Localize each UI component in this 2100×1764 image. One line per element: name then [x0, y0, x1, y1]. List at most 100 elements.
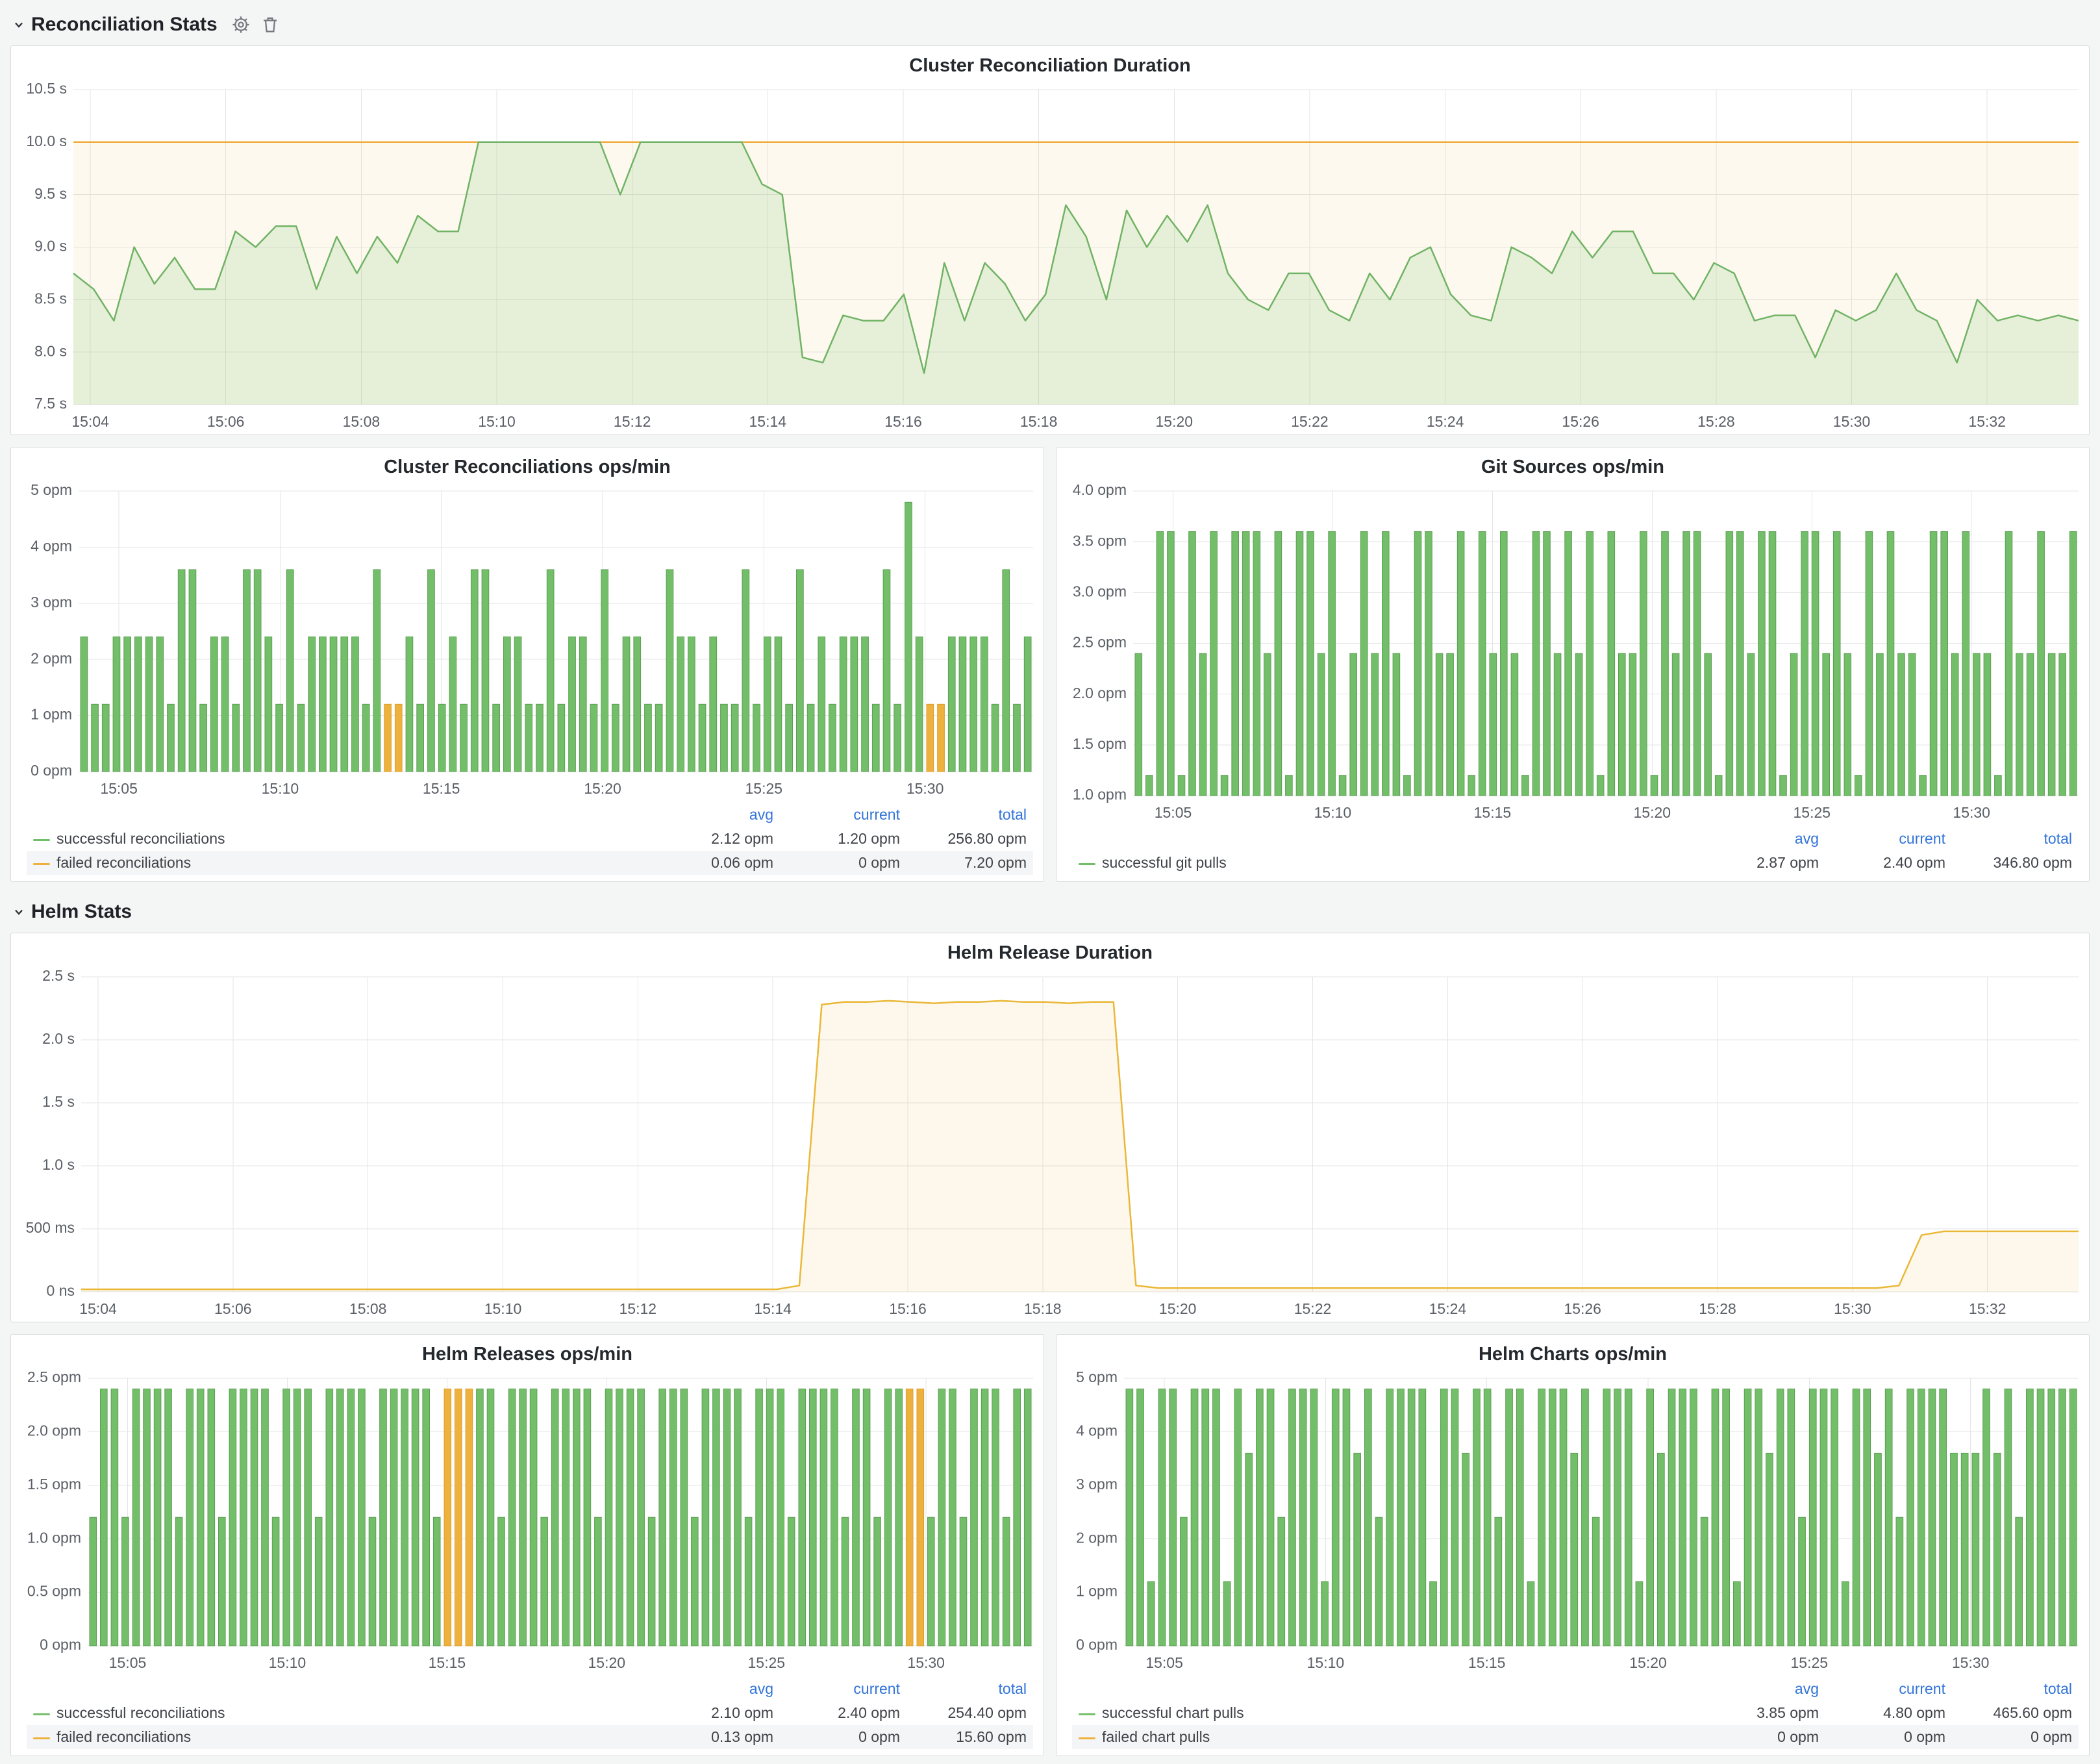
cluster-reconciliations-chart[interactable]: 0 opm1 opm2 opm3 opm4 opm5 opm15:0515:10…	[11, 482, 1044, 801]
git-sources-chart[interactable]: 1.0 opm1.5 opm2.0 opm2.5 opm3.0 opm3.5 o…	[1056, 482, 2089, 825]
trash-icon[interactable]	[262, 16, 279, 34]
svg-text:15:15: 15:15	[423, 780, 460, 797]
legend-series-label[interactable]: successful chart pulls	[1072, 1701, 1699, 1725]
helm-charts-chart[interactable]: 0 opm1 opm2 opm3 opm4 opm5 opm15:0515:10…	[1056, 1369, 2089, 1676]
chevron-down-icon[interactable]	[12, 18, 26, 32]
helm-releases-chart[interactable]: 0 opm0.5 opm1.0 opm1.5 opm2.0 opm2.5 opm…	[11, 1369, 1044, 1676]
chevron-down-icon[interactable]	[12, 905, 26, 919]
chart-canvas[interactable]: 0 opm1 opm2 opm3 opm4 opm5 opm15:0515:10…	[11, 482, 1044, 801]
section-title[interactable]: Helm Stats	[31, 901, 132, 923]
svg-text:15:28: 15:28	[1699, 1300, 1736, 1317]
svg-text:5 opm: 5 opm	[31, 482, 72, 498]
svg-text:15:26: 15:26	[1562, 413, 1599, 430]
legend-header-total[interactable]: total	[906, 1677, 1033, 1701]
panel-helm-charts-opm: Helm Charts ops/min 0 opm1 opm2 opm3 opm…	[1056, 1334, 2090, 1756]
gear-icon[interactable]	[232, 16, 250, 34]
legend-current-value: 2.40 opm	[1825, 851, 1952, 875]
panel-cluster-reconciliation-duration: Cluster Reconciliation Duration 7.5 s8.0…	[10, 45, 2090, 435]
svg-text:15:04: 15:04	[79, 1300, 117, 1317]
legend-header-total[interactable]: total	[1952, 1677, 2079, 1701]
svg-text:15:30: 15:30	[1952, 1654, 1990, 1671]
panel-title[interactable]: Helm Release Duration	[11, 933, 2089, 968]
svg-text:15:05: 15:05	[1155, 804, 1192, 821]
legend-total-value: 256.80 opm	[906, 827, 1033, 851]
helm-release-duration-chart[interactable]: 0 ns500 ms1.0 s1.5 s2.0 s2.5 s15:0415:06…	[11, 968, 2089, 1322]
svg-text:15:30: 15:30	[1833, 413, 1871, 430]
cluster-reconciliation-duration-chart[interactable]: 7.5 s8.0 s8.5 s9.0 s9.5 s10.0 s10.5 s15:…	[11, 81, 2089, 435]
svg-text:2.0 opm: 2.0 opm	[1073, 685, 1127, 701]
legend-row: failed reconciliations0.13 opm0 opm15.60…	[27, 1725, 1033, 1749]
legend-header-current[interactable]: current	[1825, 1677, 1952, 1701]
legend-series-label[interactable]: successful git pulls	[1072, 851, 1699, 875]
svg-text:15:08: 15:08	[349, 1300, 387, 1317]
legend-total-value: 7.20 opm	[906, 851, 1033, 875]
svg-text:10.5 s: 10.5 s	[26, 81, 67, 97]
legend-row: successful reconciliations2.10 opm2.40 o…	[27, 1701, 1033, 1725]
legend-series-label[interactable]: failed chart pulls	[1072, 1725, 1699, 1749]
legend-total-value: 254.40 opm	[906, 1701, 1033, 1725]
grafana-dashboard: Reconciliation Stats Cluster Reconciliat…	[0, 0, 2100, 1764]
svg-text:2.0 opm: 2.0 opm	[27, 1422, 81, 1439]
svg-text:15:16: 15:16	[884, 413, 922, 430]
svg-text:9.0 s: 9.0 s	[34, 238, 67, 255]
svg-text:15:10: 15:10	[484, 1300, 522, 1317]
legend-header-current[interactable]: current	[1825, 827, 1952, 851]
legend-series-label[interactable]: successful reconciliations	[27, 827, 653, 851]
legend-series-label[interactable]: successful reconciliations	[27, 1701, 653, 1725]
chart-canvas[interactable]: 1.0 opm1.5 opm2.0 opm2.5 opm3.0 opm3.5 o…	[1056, 482, 2089, 825]
series-color-mark	[1079, 863, 1095, 865]
legend-total-value: 15.60 opm	[906, 1725, 1033, 1749]
svg-text:15:15: 15:15	[1474, 804, 1512, 821]
legend: avgcurrenttotal successful reconciliation…	[11, 801, 1044, 881]
section-title[interactable]: Reconciliation Stats	[31, 14, 218, 36]
legend-total-value: 465.60 opm	[1952, 1701, 2079, 1725]
panel-helm-release-duration: Helm Release Duration 0 ns500 ms1.0 s1.5…	[10, 933, 2090, 1322]
legend: avgcurrenttotalsuccessful git pulls2.87 …	[1056, 825, 2089, 881]
svg-text:2 opm: 2 opm	[31, 649, 72, 666]
legend-avg-value: 0.13 opm	[653, 1725, 780, 1749]
legend-series-label[interactable]: failed reconciliations	[27, 851, 653, 875]
svg-text:15:20: 15:20	[584, 780, 621, 797]
legend-header-avg[interactable]: avg	[1699, 1677, 1825, 1701]
svg-text:0.5 opm: 0.5 opm	[27, 1583, 81, 1600]
svg-text:3 opm: 3 opm	[1076, 1476, 1118, 1493]
svg-text:0 ns: 0 ns	[47, 1282, 75, 1299]
panel-title[interactable]: Cluster Reconciliation Duration	[11, 46, 2089, 81]
panel-title[interactable]: Git Sources ops/min	[1056, 447, 2089, 482]
svg-text:15:10: 15:10	[478, 413, 516, 430]
legend-header-current[interactable]: current	[780, 1677, 906, 1701]
chart-canvas[interactable]: 0 ns500 ms1.0 s1.5 s2.0 s2.5 s15:0415:06…	[11, 968, 2089, 1322]
legend-header-avg[interactable]: avg	[653, 803, 780, 827]
svg-text:15:14: 15:14	[754, 1300, 792, 1317]
legend-current-value: 1.20 opm	[780, 827, 906, 851]
series-color-mark	[33, 839, 50, 841]
svg-text:15:22: 15:22	[1294, 1300, 1332, 1317]
panel-title[interactable]: Cluster Reconciliations ops/min	[11, 447, 1044, 482]
svg-text:15:18: 15:18	[1020, 413, 1058, 430]
legend-header-avg[interactable]: avg	[653, 1677, 780, 1701]
panel-title[interactable]: Helm Charts ops/min	[1056, 1335, 2089, 1369]
legend: avgcurrenttotalsuccessful chart pulls3.8…	[1056, 1676, 2089, 1756]
svg-text:15:15: 15:15	[1468, 1654, 1506, 1671]
svg-text:15:22: 15:22	[1291, 413, 1329, 430]
legend-series-label[interactable]: failed reconciliations	[27, 1725, 653, 1749]
legend-header-total[interactable]: total	[906, 803, 1033, 827]
chart-canvas[interactable]: 7.5 s8.0 s8.5 s9.0 s9.5 s10.0 s10.5 s15:…	[11, 81, 2089, 435]
svg-text:0 opm: 0 opm	[1076, 1636, 1118, 1653]
chart-canvas[interactable]: 0 opm0.5 opm1.0 opm1.5 opm2.0 opm2.5 opm…	[11, 1369, 1044, 1676]
svg-text:3.0 opm: 3.0 opm	[1073, 583, 1127, 599]
svg-text:15:30: 15:30	[906, 780, 944, 797]
legend-header-current[interactable]: current	[780, 803, 906, 827]
chart-canvas[interactable]: 0 opm1 opm2 opm3 opm4 opm5 opm15:0515:10…	[1056, 1369, 2089, 1676]
legend-header-avg[interactable]: avg	[1699, 827, 1825, 851]
legend-header-total[interactable]: total	[1952, 827, 2079, 851]
svg-text:1.5 opm: 1.5 opm	[27, 1476, 81, 1493]
legend-row: successful git pulls2.87 opm2.40 opm346.…	[1072, 851, 2079, 875]
panel-title[interactable]: Helm Releases ops/min	[11, 1335, 1044, 1369]
legend-row: failed chart pulls0 opm0 opm0 opm	[1072, 1725, 2079, 1749]
legend-avg-value: 0 opm	[1699, 1725, 1825, 1749]
section-reconciliation-stats: Reconciliation Stats	[12, 8, 2090, 42]
panel-cluster-reconciliations-opm: Cluster Reconciliations ops/min 0 opm1 o…	[10, 447, 1044, 882]
svg-text:10.0 s: 10.0 s	[26, 132, 67, 149]
svg-text:15:32: 15:32	[1969, 1300, 2006, 1317]
